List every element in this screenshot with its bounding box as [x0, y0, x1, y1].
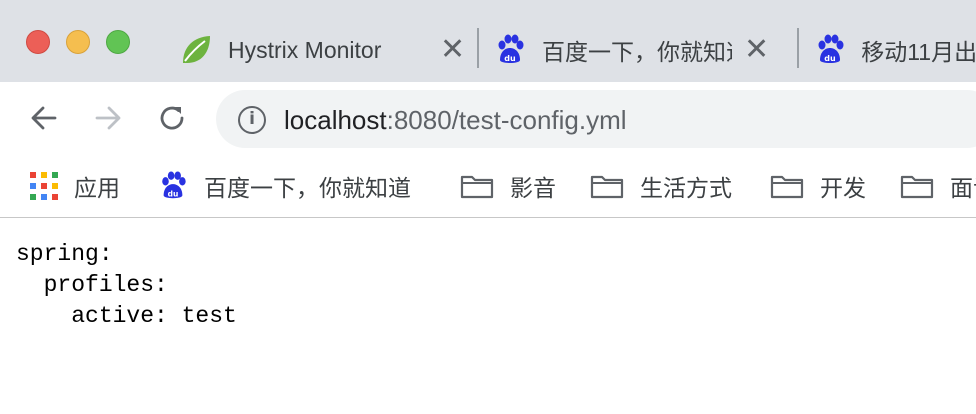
bookmark-folder-interview[interactable]: 面试: [900, 166, 976, 206]
info-icon[interactable]: i: [238, 106, 266, 134]
url-path: :8080/test-config.yml: [386, 105, 627, 135]
yaml-text: spring: profiles: active: test: [16, 239, 237, 332]
folder-icon: [460, 175, 494, 199]
yaml-line: profiles:: [16, 272, 168, 298]
url-text: localhost:8080/test-config.yml: [284, 105, 627, 136]
yaml-line: active: test: [16, 303, 237, 329]
bookmark-apps[interactable]: 应用: [30, 166, 120, 206]
back-button[interactable]: [26, 100, 62, 136]
arrow-right-icon: [95, 106, 121, 130]
baidu-paw-icon: du: [812, 32, 847, 68]
page-content: spring: profiles: active: test: [0, 219, 976, 414]
forward-button[interactable]: [90, 100, 126, 136]
bookmark-folder-lifestyle[interactable]: 生活方式: [590, 166, 732, 206]
tab-strip: Hystrix Monitor ✕ du 百度一下，你就知道 ✕ du 移动11…: [0, 0, 976, 82]
tab-title: 移动11月出: [861, 39, 976, 65]
tab-title: 百度一下，你就知道: [542, 39, 732, 65]
apps-grid-icon: [30, 172, 58, 200]
reload-button[interactable]: [154, 100, 190, 136]
spring-leaf-icon: [178, 32, 214, 68]
bookmark-label: 百度一下，你就知道: [204, 175, 411, 201]
baidu-paw-icon: du: [162, 171, 186, 198]
address-bar[interactable]: i localhost:8080/test-config.yml: [216, 90, 976, 148]
bookmark-folder-media[interactable]: 影音: [460, 166, 556, 206]
yaml-line: spring:: [16, 241, 113, 267]
tab-hystrix-monitor[interactable]: Hystrix Monitor ✕: [164, 18, 478, 82]
bookmark-label: 影音: [510, 175, 556, 201]
bookmark-baidu[interactable]: du 百度一下，你就知道: [158, 166, 411, 206]
close-window-button[interactable]: [26, 30, 50, 54]
folder-icon: [900, 175, 934, 199]
close-tab-icon[interactable]: ✕: [744, 35, 769, 65]
bookmark-label: 面试: [950, 175, 976, 201]
tab-title: Hystrix Monitor: [228, 36, 382, 63]
minimize-window-button[interactable]: [66, 30, 90, 54]
bookmarks-bar: 应用 du 百度一下，你就知道 影音 生活方式 开发 面: [0, 154, 976, 218]
svg-text:du: du: [824, 54, 836, 63]
url-host: localhost: [284, 105, 387, 135]
arrow-left-icon: [31, 106, 57, 130]
bookmark-label: 应用: [74, 175, 120, 201]
reload-icon: [160, 106, 184, 130]
bookmark-label: 开发: [820, 175, 866, 201]
maximize-window-button[interactable]: [106, 30, 130, 54]
tab-baidu[interactable]: du 百度一下，你就知道 ✕: [478, 18, 798, 82]
folder-icon: [590, 175, 624, 199]
tab-mobile-november[interactable]: du 移动11月出: [798, 18, 976, 82]
browser-toolbar: i localhost:8080/test-config.yml: [0, 82, 976, 154]
baidu-paw-icon: du: [492, 32, 528, 68]
close-tab-icon[interactable]: ✕: [440, 35, 465, 65]
folder-icon: [770, 175, 804, 199]
svg-text:du: du: [168, 189, 179, 198]
bookmark-folder-dev[interactable]: 开发: [770, 166, 866, 206]
svg-text:du: du: [504, 54, 516, 63]
bookmark-label: 生活方式: [640, 175, 732, 201]
